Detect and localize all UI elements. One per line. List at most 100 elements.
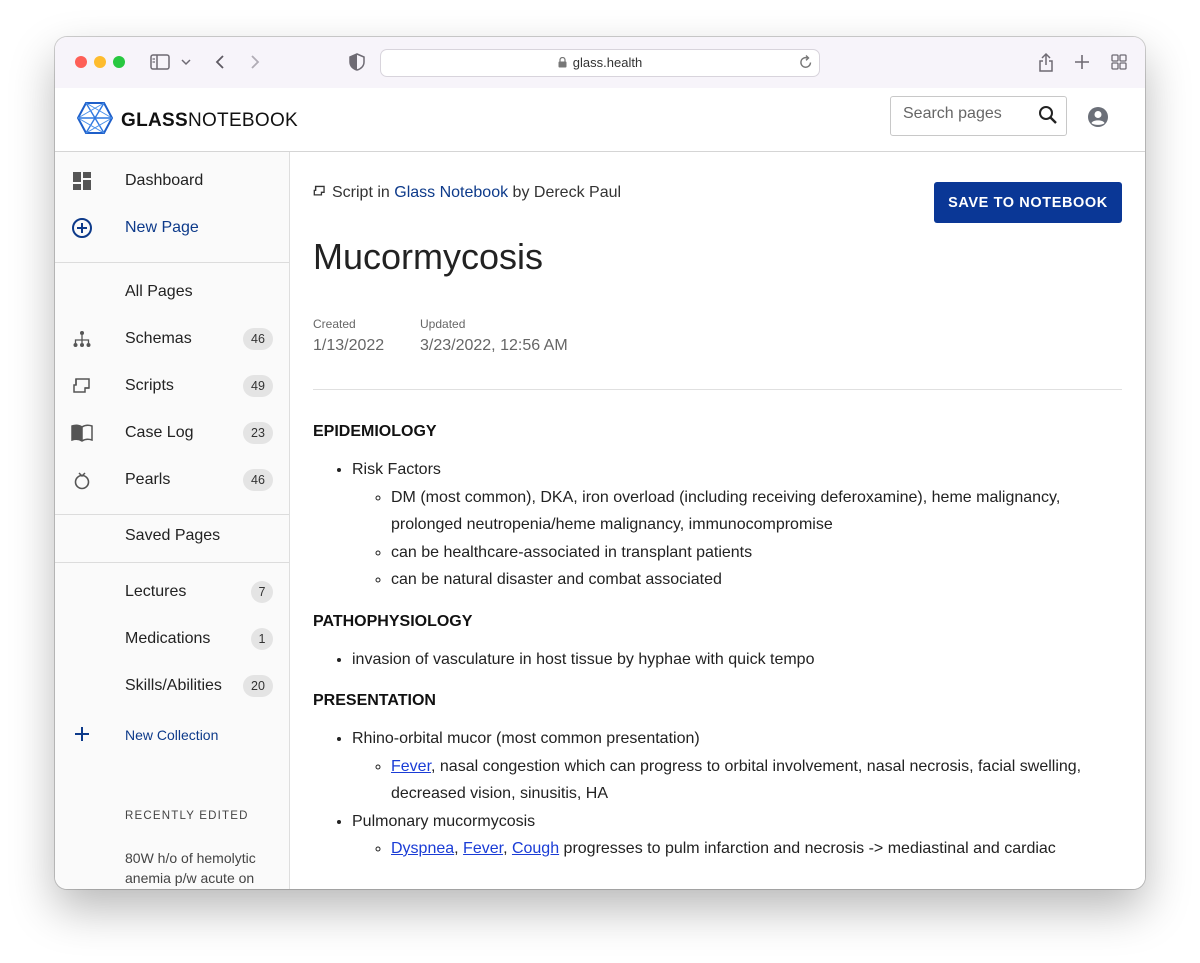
count-badge: 49 <box>243 375 273 397</box>
article-body: EPIDEMIOLOGY Risk Factors DM (most commo… <box>313 410 1103 869</box>
notebook-link[interactable]: Glass Notebook <box>394 184 508 201</box>
count-badge: 1 <box>251 628 273 650</box>
sidebar-item-scripts[interactable]: Scripts 49 <box>55 365 289 409</box>
sidebar-item-label: Lectures <box>125 583 187 600</box>
page-title: Mucormycosis <box>313 236 544 277</box>
sidebar-item-dashboard[interactable]: Dashboard <box>55 160 289 204</box>
section-heading: PATHOPHYSIOLOGY <box>313 612 473 630</box>
main-content: Script in Glass Notebook by Dereck Paul … <box>290 152 1145 889</box>
bullet-list: invasion of vasculature in host tissue b… <box>313 646 1103 674</box>
sidebar-item-label: New Page <box>125 219 199 236</box>
sidebar-item-label: Dashboard <box>125 172 204 189</box>
sub-bullet-list: DM (most common), DKA, iron overload (in… <box>352 484 1103 594</box>
plus-icon <box>71 723 93 745</box>
back-icon[interactable] <box>210 50 230 74</box>
sidebar-item-label: Pearls <box>125 471 171 488</box>
list-item: Risk Factors DM (most common), DKA, iron… <box>352 456 1103 594</box>
chevron-down-icon[interactable] <box>179 50 193 74</box>
list-item: DM (most common), DKA, iron overload (in… <box>391 484 1103 539</box>
search-icon[interactable] <box>1038 105 1058 130</box>
section-heading: PRESENTATION <box>313 692 436 709</box>
close-window-button[interactable] <box>75 56 87 68</box>
content-divider <box>313 389 1122 390</box>
sidebar-toggle-icon[interactable] <box>149 50 171 74</box>
sidebar-item-skills-abilities[interactable]: Skills/Abilities 20 <box>55 665 289 709</box>
book-icon <box>71 422 93 444</box>
sidebar-item-label: Saved Pages <box>125 527 221 544</box>
updated-label: Updated <box>420 317 466 331</box>
sidebar-item-label: Case Log <box>125 424 194 441</box>
created-date: 1/13/2022 <box>313 337 385 354</box>
forward-icon[interactable] <box>245 50 265 74</box>
save-to-notebook-button[interactable]: SAVE TO NOTEBOOK <box>934 182 1122 223</box>
fever-link[interactable]: Fever <box>391 758 431 775</box>
cough-link[interactable]: Cough <box>512 840 559 857</box>
sub-bullet-list: Dyspnea, Fever, Cough progresses to pulm… <box>352 835 1103 863</box>
sidebar-item-label: Scripts <box>125 377 174 394</box>
account-avatar-icon[interactable] <box>1087 106 1109 133</box>
sidebar-item-label: All Pages <box>125 283 193 300</box>
sidebar-item-new-page[interactable]: New Page <box>55 207 289 251</box>
dyspnea-link[interactable]: Dyspnea <box>391 840 454 857</box>
sidebar-item-schemas[interactable]: Schemas 46 <box>55 318 289 362</box>
browser-window: glass.health GLASSNOTEBOOK Search pages … <box>55 37 1145 889</box>
byline-prefix: Script in <box>332 184 390 201</box>
search-box[interactable] <box>890 96 1067 136</box>
sub-bullet-list: Fever, nasal congestion which can progre… <box>352 753 1103 808</box>
hierarchy-icon <box>71 328 93 350</box>
sidebar-item-medications[interactable]: Medications 1 <box>55 618 289 662</box>
script-icon <box>71 375 93 397</box>
fever-link[interactable]: Fever <box>463 840 503 857</box>
list-item: can be healthcare-associated in transpla… <box>391 539 1103 567</box>
app-header: GLASSNOTEBOOK <box>55 88 1145 152</box>
bullet-list: Rhino-orbital mucor (most common present… <box>313 725 1103 863</box>
add-circle-icon <box>71 217 93 239</box>
created-label: Created <box>313 317 356 331</box>
lock-icon <box>558 56 567 71</box>
sidebar: Dashboard New Page All Pages Schemas 46 … <box>55 152 290 889</box>
count-badge: 46 <box>243 328 273 350</box>
sidebar-item-new-collection[interactable]: New Collection <box>55 713 289 757</box>
minimize-window-button[interactable] <box>94 56 106 68</box>
count-badge: 20 <box>243 675 273 697</box>
count-badge: 46 <box>243 469 273 491</box>
search-input[interactable] <box>903 105 1033 123</box>
sidebar-item-all-pages[interactable]: All Pages <box>55 271 289 315</box>
byline: Script in Glass Notebook by Dereck Paul <box>313 184 621 202</box>
byline-author: by Dereck Paul <box>512 184 622 201</box>
sidebar-divider <box>55 562 289 563</box>
browser-toolbar: glass.health <box>55 37 1145 89</box>
logo-text: GLASSNOTEBOOK <box>121 109 299 131</box>
new-tab-icon[interactable] <box>1071 50 1093 74</box>
script-icon <box>313 184 326 202</box>
sidebar-divider <box>55 262 289 263</box>
list-item: can be natural disaster and combat assoc… <box>391 566 1103 594</box>
url-text: glass.health <box>572 55 643 70</box>
sidebar-item-label: Skills/Abilities <box>125 677 222 694</box>
address-bar[interactable]: glass.health <box>380 49 820 77</box>
privacy-shield-icon[interactable] <box>346 50 368 74</box>
glass-logo-icon <box>76 102 114 139</box>
sidebar-item-lectures[interactable]: Lectures 7 <box>55 571 289 615</box>
sidebar-item-pearls[interactable]: Pearls 46 <box>55 459 289 503</box>
updated-date: 3/23/2022, 12:56 AM <box>420 337 568 354</box>
sidebar-item-label: Schemas <box>125 330 192 347</box>
bullet-list: Risk Factors DM (most common), DKA, iron… <box>313 456 1103 594</box>
sidebar-item-case-log[interactable]: Case Log 23 <box>55 412 289 456</box>
list-item: Pulmonary mucormycosis Dyspnea, Fever, C… <box>352 808 1103 863</box>
list-item: Fever, nasal congestion which can progre… <box>391 753 1103 808</box>
sidebar-item-saved-pages[interactable]: Saved Pages <box>55 515 289 559</box>
reload-icon[interactable] <box>799 54 813 75</box>
list-item: Dyspnea, Fever, Cough progresses to pulm… <box>391 835 1103 863</box>
sidebar-item-label: Medications <box>125 630 211 647</box>
pearl-ring-icon <box>71 469 93 491</box>
share-icon[interactable] <box>1035 50 1057 74</box>
count-badge: 23 <box>243 422 273 444</box>
dashboard-icon <box>71 170 93 192</box>
tab-overview-icon[interactable] <box>1108 50 1130 74</box>
recently-edited-heading: RECENTLY EDITED <box>125 810 249 822</box>
logo[interactable]: GLASSNOTEBOOK <box>76 102 299 139</box>
zoom-window-button[interactable] <box>113 56 125 68</box>
section-heading: EPIDEMIOLOGY <box>313 423 437 440</box>
recent-page-link[interactable]: 80W h/o of hemolytic anemia p/w acute on <box>125 848 275 888</box>
